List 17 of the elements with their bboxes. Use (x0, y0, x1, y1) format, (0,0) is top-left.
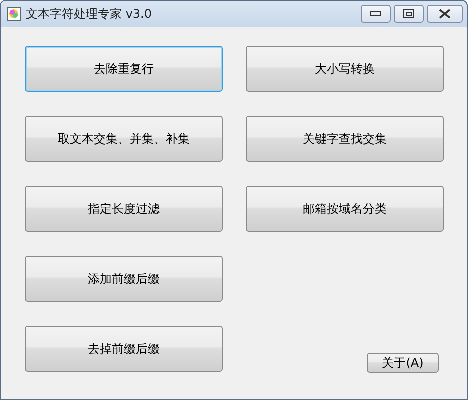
maximize-icon (403, 9, 415, 19)
app-icon (7, 7, 21, 21)
close-icon (439, 9, 451, 19)
window-title: 文本字符处理专家 v3.0 (26, 6, 153, 23)
action-button[interactable]: 关键字查找交集 (246, 116, 444, 162)
action-button[interactable]: 指定长度过滤 (25, 186, 223, 232)
minimize-icon (370, 11, 382, 17)
minimize-button[interactable] (361, 5, 391, 23)
action-button[interactable]: 大小写转换 (246, 46, 444, 92)
action-button[interactable]: 邮箱按域名分类 (246, 186, 444, 232)
action-button[interactable]: 去掉前缀后缀 (25, 326, 223, 372)
action-button[interactable]: 添加前缀后缀 (25, 256, 223, 302)
action-button[interactable]: 取文本交集、并集、补集 (25, 116, 223, 162)
close-button[interactable] (427, 5, 463, 23)
maximize-button[interactable] (394, 5, 424, 23)
action-button[interactable]: 去除重复行 (25, 46, 223, 92)
about-button[interactable]: 关于(A) (367, 353, 439, 373)
